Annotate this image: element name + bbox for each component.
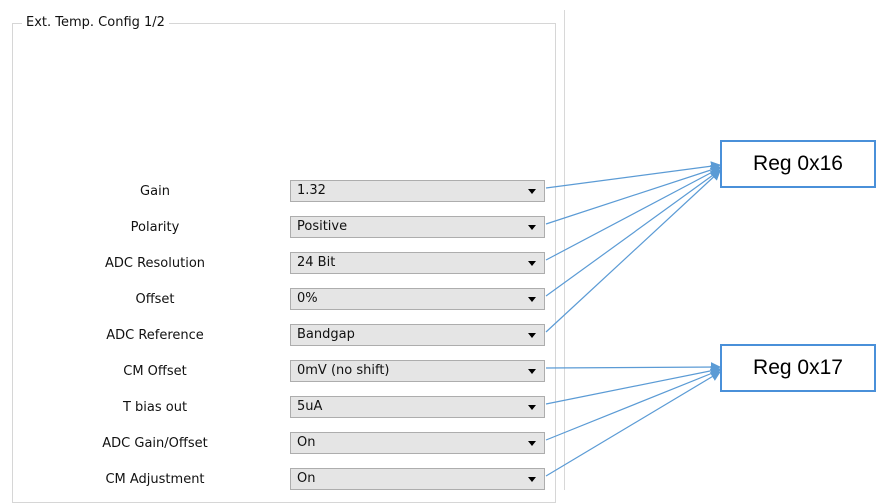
arrow-cm-adjustment bbox=[545, 371, 721, 477]
arrow-offset bbox=[545, 169, 721, 297]
arrow-adc-resolution bbox=[545, 167, 721, 261]
arrow-gain bbox=[545, 161, 721, 189]
arrow-t-bias-out bbox=[545, 365, 721, 405]
arrow-adc-gain-offset bbox=[545, 368, 721, 441]
reg-0x16-callout: Reg 0x16 bbox=[720, 140, 876, 188]
arrow-cm-offset bbox=[545, 362, 721, 373]
reg-0x17-callout: Reg 0x17 bbox=[720, 344, 876, 392]
annotation-arrows bbox=[545, 161, 721, 477]
